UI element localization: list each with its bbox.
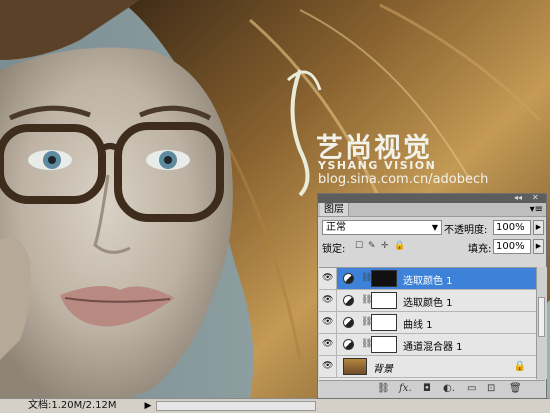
blend-mode-select[interactable]: 正常 ▼ <box>322 220 442 235</box>
layer-mask-thumbnail[interactable] <box>371 314 397 331</box>
adjustment-icon[interactable]: ◐. <box>443 383 455 394</box>
scrollbar-thumb[interactable] <box>538 297 545 337</box>
panel-tab-bar: 图层 ▾≡ <box>318 203 546 217</box>
visibility-toggle[interactable]: 👁 <box>319 334 337 355</box>
link-icon[interactable]: ⛓ <box>377 383 390 394</box>
adjustment-layer-icon <box>343 295 354 306</box>
watermark-url: blog.sina.com.cn/adobech <box>318 172 489 187</box>
visibility-toggle[interactable]: 👁 <box>319 312 337 333</box>
layer-mask-thumbnail[interactable] <box>371 270 397 287</box>
layer-name[interactable]: 曲线 1 <box>403 316 433 331</box>
lock-label: 锁定: <box>322 244 346 255</box>
eye-icon: 👁 <box>322 339 334 349</box>
layer-row-channel-mixer[interactable]: 👁 ⛓ 通道混合器 1 <box>319 334 536 356</box>
blend-opacity-row: 正常 ▼ 不透明度: 100% ▶ <box>318 217 546 236</box>
eye-icon: 👁 <box>322 273 334 283</box>
opacity-label: 不透明度: <box>444 225 488 236</box>
adjustment-layer-icon <box>343 273 354 284</box>
mask-icon[interactable]: ◘ <box>423 383 431 394</box>
eye-icon: 👁 <box>322 317 334 327</box>
eye-icon: 👁 <box>322 361 334 371</box>
status-bar: 文档:1.20M/2.12M ▶ <box>0 398 550 413</box>
fill-input[interactable]: 100% <box>493 239 531 254</box>
watermark-brand-en: YSHANG VISION <box>318 159 437 172</box>
layer-name[interactable]: 选取颜色 1 <box>403 272 453 287</box>
new-layer-icon[interactable]: ⊡ <box>487 383 495 394</box>
panel-titlebar[interactable]: ◂◂ ✕ <box>318 193 546 203</box>
lock-fill-row: 锁定: ☐ ✎ ✛ 🔒 填充: 100% ▶ <box>318 236 546 255</box>
document-size-info[interactable]: 文档:1.20M/2.12M <box>0 399 140 413</box>
lock-icon: 🔒 <box>513 361 526 372</box>
close-icon[interactable]: ✕ <box>532 193 539 202</box>
fill-slider-arrow-icon[interactable]: ▶ <box>533 239 544 254</box>
status-menu-arrow-icon[interactable]: ▶ <box>142 400 154 412</box>
layer-name[interactable]: 通道混合器 1 <box>403 338 463 353</box>
panel-bottom-toolbar: ⛓ fx. ◘ ◐. ▭ ⊡ 🗑 <box>319 380 545 398</box>
layer-thumbnail[interactable] <box>343 358 367 375</box>
layer-row-selective-color-top[interactable]: 👁 ⛓ 选取颜色 1 <box>319 268 536 290</box>
chevron-down-icon: ▼ <box>431 223 438 232</box>
fx-icon[interactable]: fx. <box>399 383 412 394</box>
fill-label: 填充: <box>468 244 492 255</box>
layer-row-background[interactable]: 👁 背景 🔒 <box>319 356 536 378</box>
opacity-slider-arrow-icon[interactable]: ▶ <box>533 220 544 235</box>
adjustment-layer-icon <box>343 339 354 350</box>
opacity-input[interactable]: 100% <box>493 220 531 235</box>
horizontal-scrollbar[interactable] <box>156 401 316 411</box>
layer-mask-thumbnail[interactable] <box>371 292 397 309</box>
collapse-icon[interactable]: ◂◂ <box>514 193 522 202</box>
blend-mode-value: 正常 <box>326 222 346 233</box>
layer-row-selective-color[interactable]: 👁 ⛓ 选取颜色 1 <box>319 290 536 312</box>
layer-mask-thumbnail[interactable] <box>371 336 397 353</box>
adjustment-layer-icon <box>343 317 354 328</box>
layers-panel: ◂◂ ✕ 图层 ▾≡ 正常 ▼ 不透明度: 100% ▶ 锁定: ☐ ✎ ✛ 🔒… <box>317 193 547 399</box>
layer-name[interactable]: 背景 <box>373 360 393 375</box>
tab-layers[interactable]: 图层 <box>320 203 349 216</box>
visibility-toggle[interactable]: 👁 <box>319 356 337 377</box>
lock-paint-icon[interactable]: ✎ <box>368 241 376 251</box>
group-icon[interactable]: ▭ <box>467 383 476 394</box>
layer-list: 👁 ⛓ 选取颜色 1 👁 ⛓ 选取颜色 1 👁 ⛓ 曲线 1 👁 ⛓ 通道混合器… <box>319 267 536 380</box>
lock-transparency-icon[interactable]: ☐ <box>355 241 363 251</box>
lock-position-icon[interactable]: ✛ <box>381 241 389 251</box>
visibility-toggle[interactable]: 👁 <box>319 268 337 289</box>
eye-icon: 👁 <box>322 295 334 305</box>
trash-icon[interactable]: 🗑 <box>509 383 522 394</box>
layer-row-curves[interactable]: 👁 ⛓ 曲线 1 <box>319 312 536 334</box>
visibility-toggle[interactable]: 👁 <box>319 290 337 311</box>
layer-name[interactable]: 选取颜色 1 <box>403 294 453 309</box>
lock-all-icon[interactable]: 🔒 <box>394 241 405 251</box>
layers-scrollbar[interactable] <box>536 267 547 379</box>
panel-menu-icon[interactable]: ▾≡ <box>530 203 543 216</box>
